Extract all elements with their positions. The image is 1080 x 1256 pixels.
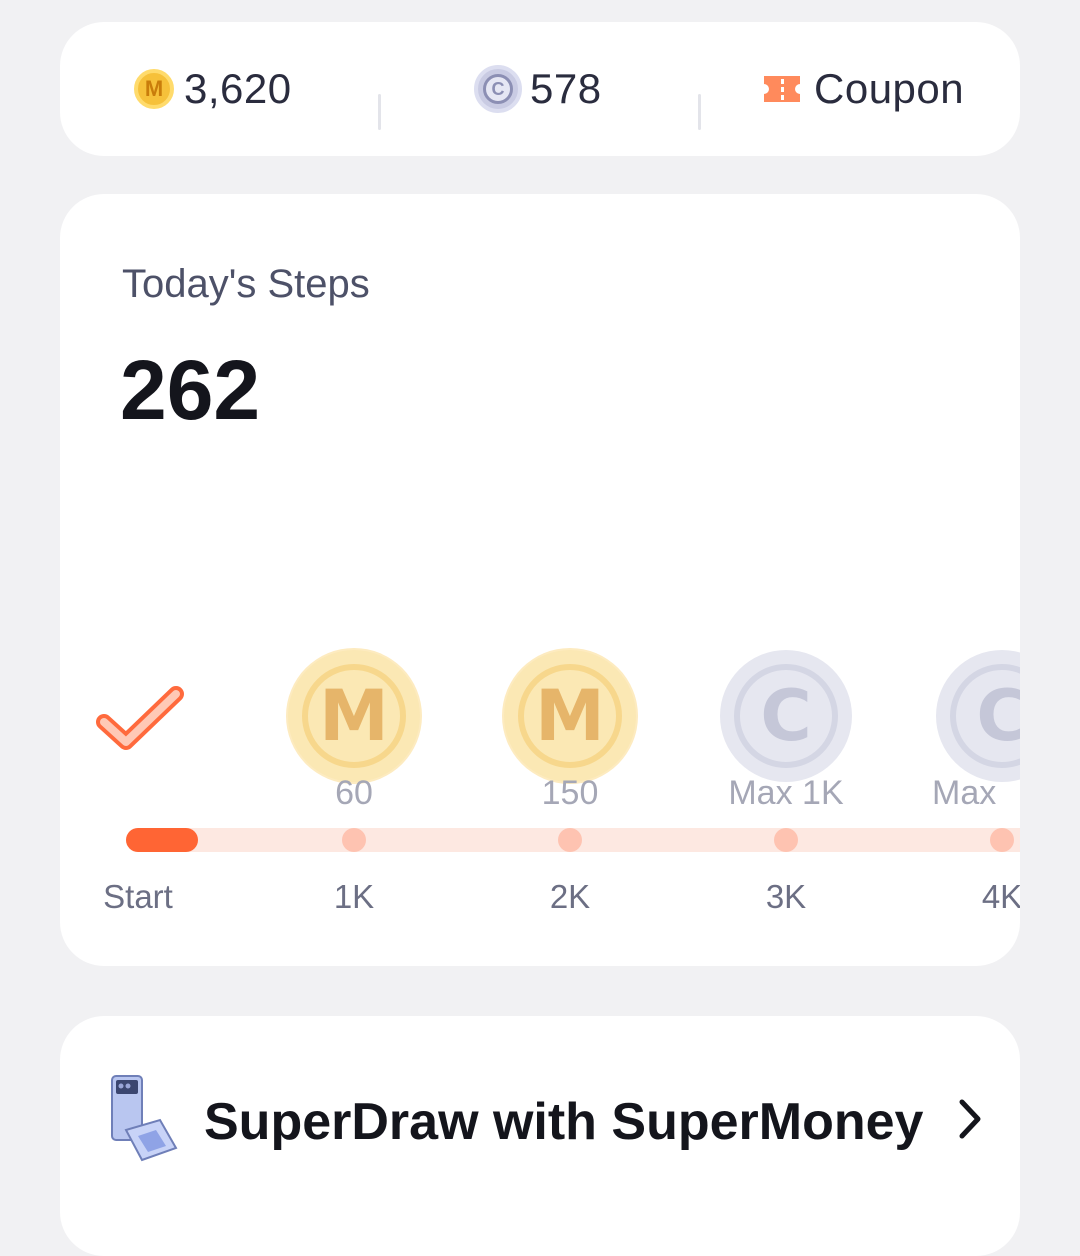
reward-label: Max bbox=[932, 774, 997, 812]
superdraw-banner[interactable]: SuperDraw with SuperMoney bbox=[60, 1016, 1020, 1256]
steps-card: Today's Steps 262 M 60 M 150 C Max 1K C … bbox=[60, 194, 1020, 966]
supermoney-value: 3,620 bbox=[184, 65, 292, 112]
c-coin-icon: C bbox=[936, 650, 1020, 782]
steps-label: Today's Steps bbox=[122, 262, 370, 306]
coupon-button[interactable]: Coupon bbox=[762, 22, 964, 156]
reward-coin-3k[interactable]: C bbox=[720, 650, 852, 782]
reward-label: Max 1K bbox=[728, 774, 844, 812]
milestone-label: 1K bbox=[333, 878, 375, 915]
ticket-icon bbox=[764, 76, 800, 102]
c-coin-icon: C bbox=[474, 65, 522, 113]
milestone-dot bbox=[342, 828, 366, 852]
superdraw-title: SuperDraw with SuperMoney bbox=[204, 1093, 924, 1151]
m-coin-icon: M bbox=[504, 650, 636, 782]
coupon-label: Coupon bbox=[814, 65, 965, 112]
balance-card: M 3,620 C 578 Coupon bbox=[60, 22, 1020, 156]
milestone-label: Start bbox=[103, 878, 173, 915]
milestone-label: 4K bbox=[981, 878, 1020, 915]
reward-coin-4k[interactable]: C bbox=[936, 650, 1020, 782]
chevron-right-icon bbox=[959, 1099, 981, 1139]
divider bbox=[698, 94, 701, 130]
check-icon bbox=[96, 686, 184, 750]
milestone-dot bbox=[990, 828, 1014, 852]
m-coin-icon: M bbox=[288, 650, 420, 782]
milestone-label: 2K bbox=[549, 878, 591, 915]
reward-coin-2k[interactable]: M bbox=[504, 650, 636, 782]
supercoins-balance[interactable]: C 578 bbox=[474, 22, 602, 156]
m-coin-icon: M bbox=[134, 69, 174, 109]
milestone-dot bbox=[774, 828, 798, 852]
divider bbox=[378, 94, 381, 130]
phone-icon bbox=[111, 1075, 178, 1162]
reward-coin-1k[interactable]: M bbox=[288, 650, 420, 782]
steps-count: 262 bbox=[120, 343, 261, 437]
supermoney-balance[interactable]: M 3,620 bbox=[134, 22, 292, 156]
reward-label: 150 bbox=[541, 774, 599, 812]
milestone-label: 3K bbox=[765, 878, 807, 915]
progress-fill bbox=[126, 828, 198, 852]
reward-label: 60 bbox=[335, 774, 373, 812]
milestone-dot bbox=[558, 828, 582, 852]
c-coin-icon: C bbox=[720, 650, 852, 782]
supercoins-value: 578 bbox=[530, 65, 602, 112]
